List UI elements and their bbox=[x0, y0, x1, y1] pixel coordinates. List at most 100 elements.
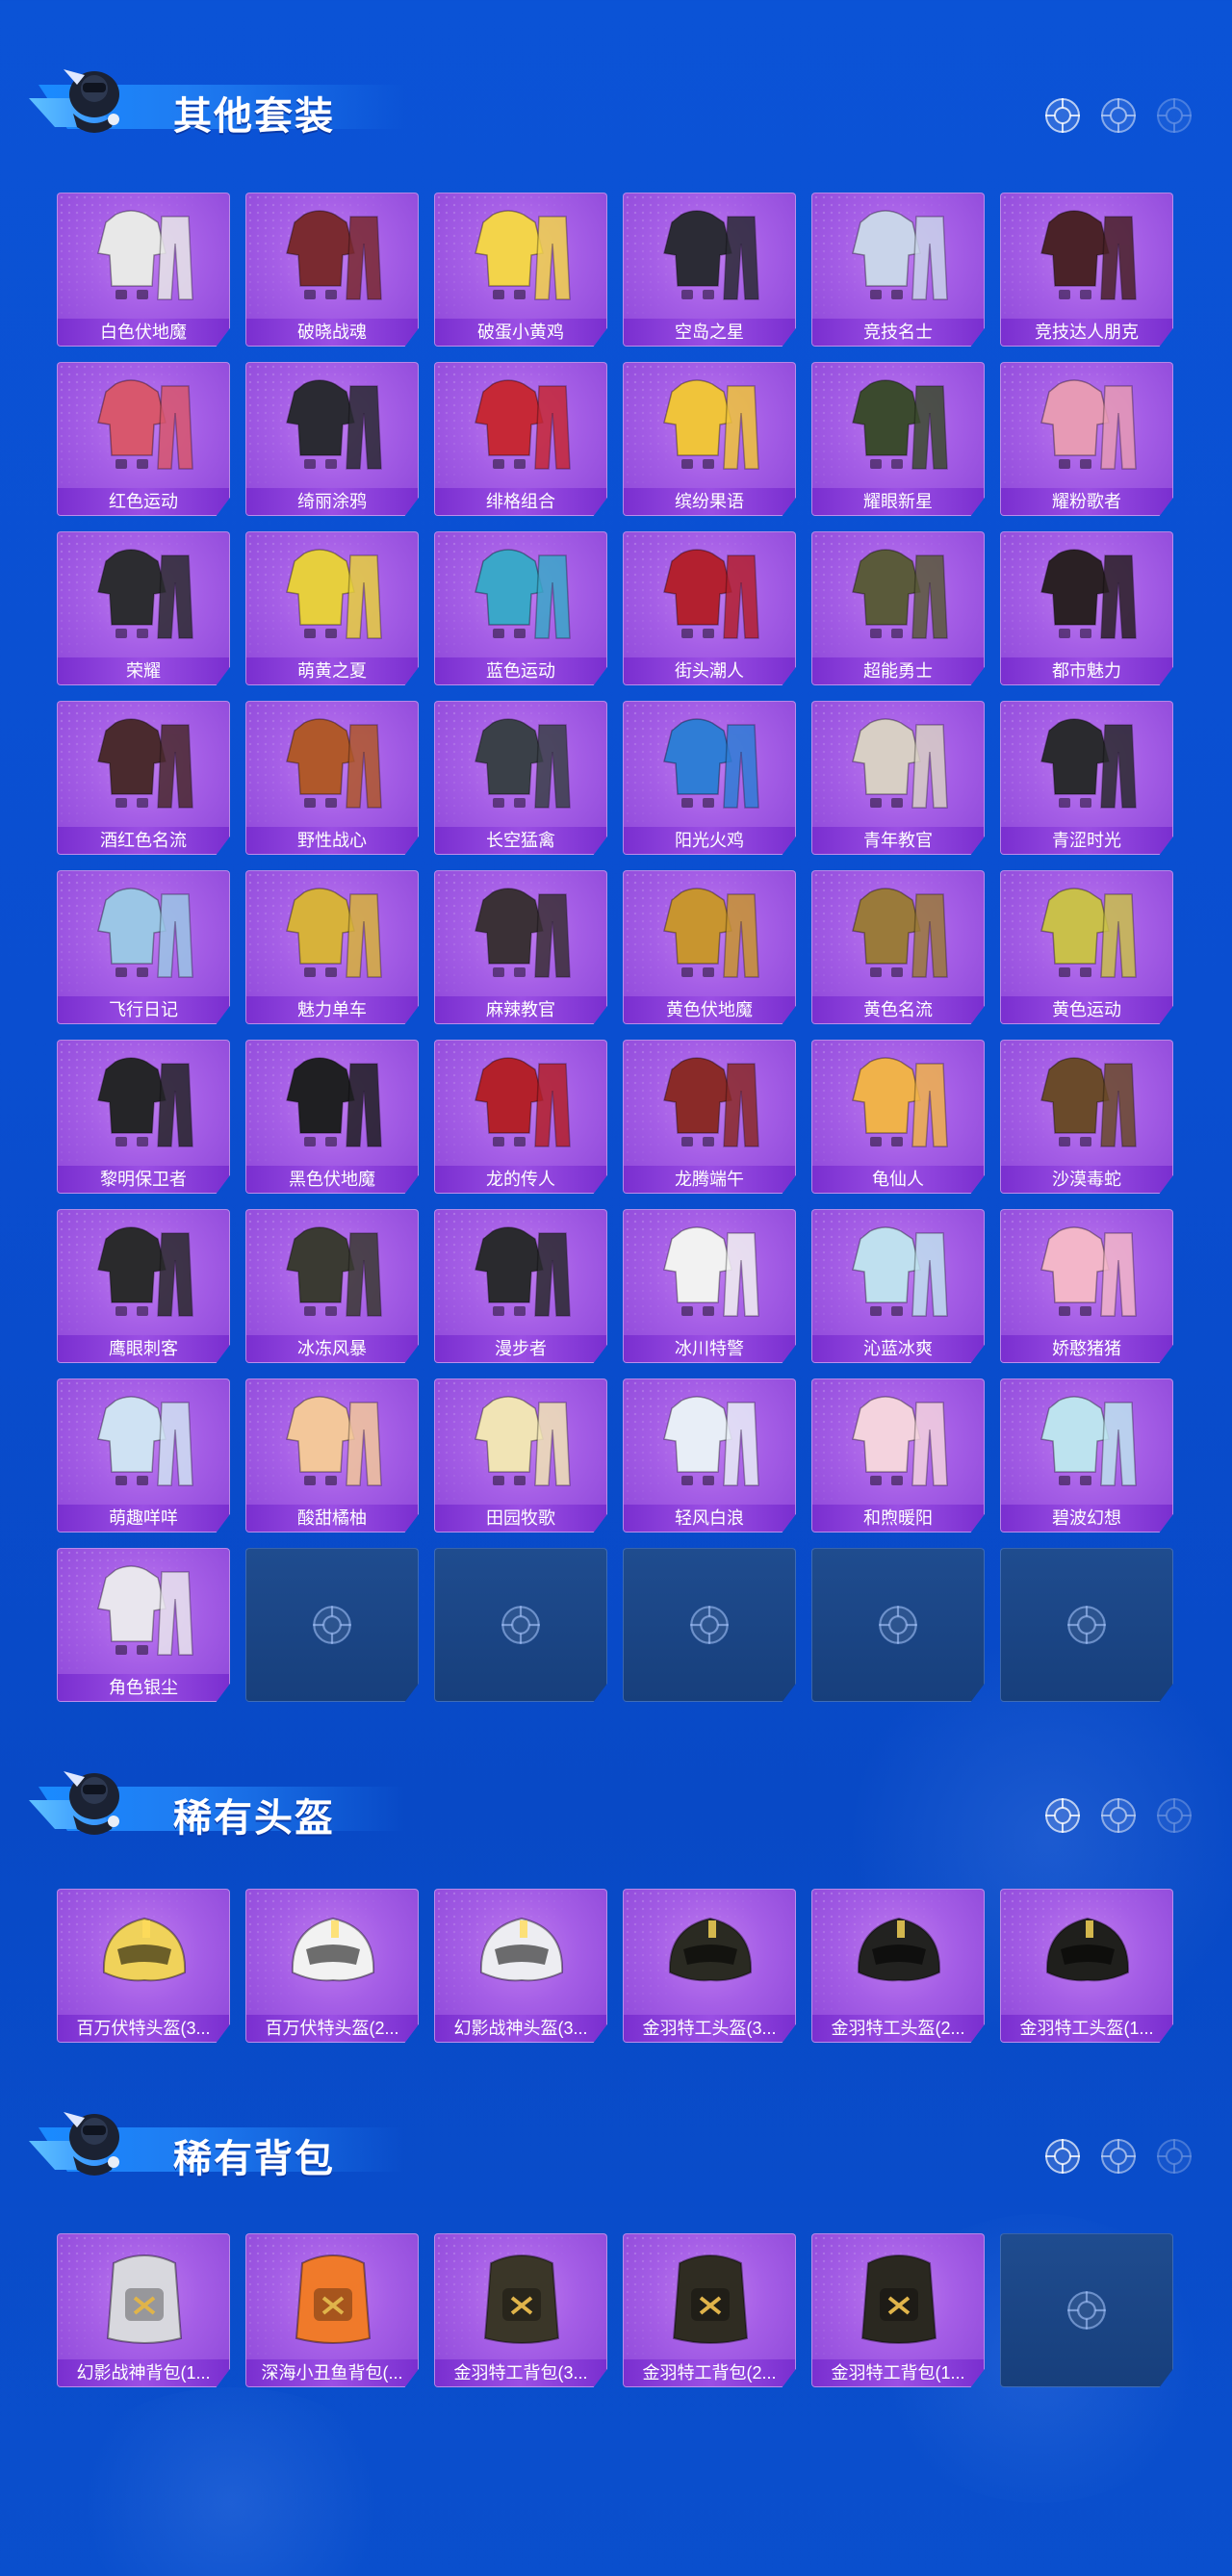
crosshair-reticle-icon bbox=[1101, 2139, 1136, 2174]
suit-item-art bbox=[475, 1226, 571, 1317]
suit-item-art bbox=[286, 379, 382, 470]
crosshair-reticle-icon bbox=[501, 1606, 540, 1644]
suit-card[interactable]: 和煦暖阳 bbox=[811, 1378, 985, 1533]
helmet-card[interactable]: 幻影战神头盔(3... bbox=[434, 1889, 607, 2043]
helmet-item-art bbox=[479, 1917, 564, 1982]
helmets-grid: 百万伏特头盔(3... 百万伏特头盔(2... 幻影战神头盔(3... 金羽特工… bbox=[57, 1889, 1173, 2043]
suit-card[interactable]: 绯格组合 bbox=[434, 362, 607, 516]
suit-card[interactable]: 魅力单车 bbox=[245, 870, 419, 1024]
suit-card-label: 破晓战魂 bbox=[246, 319, 418, 346]
suit-card[interactable]: 竞技达人朋克 bbox=[1000, 193, 1173, 347]
suit-card[interactable]: 沁蓝冰爽 bbox=[811, 1209, 985, 1363]
helmet-card[interactable]: 金羽特工头盔(1... bbox=[1000, 1889, 1173, 2043]
suit-card[interactable]: 萌黄之夏 bbox=[245, 531, 419, 685]
suit-item-art bbox=[852, 1057, 948, 1147]
suit-card-label: 缤纷果语 bbox=[624, 488, 795, 515]
suit-card[interactable]: 破蛋小黄鸡 bbox=[434, 193, 607, 347]
suit-card[interactable]: 酸甜橘柚 bbox=[245, 1378, 419, 1533]
suit-item-art bbox=[852, 379, 948, 470]
suit-card[interactable]: 红色运动 bbox=[57, 362, 230, 516]
helmet-card[interactable]: 金羽特工头盔(2... bbox=[811, 1889, 985, 2043]
backpack-card[interactable]: 金羽特工背包(2... bbox=[623, 2233, 796, 2387]
crosshair-reticle-icon bbox=[1101, 98, 1136, 133]
suit-card[interactable]: 飞行日记 bbox=[57, 870, 230, 1024]
suit-card[interactable]: 黎明保卫者 bbox=[57, 1040, 230, 1194]
suit-card-label: 破蛋小黄鸡 bbox=[435, 319, 606, 346]
backpack-card[interactable]: 深海小丑鱼背包(... bbox=[245, 2233, 419, 2387]
suit-card[interactable]: 角色银尘 bbox=[57, 1548, 230, 1702]
suit-card[interactable]: 黄色名流 bbox=[811, 870, 985, 1024]
suit-card[interactable]: 娇憨猪猪 bbox=[1000, 1209, 1173, 1363]
suit-card[interactable]: 都市魅力 bbox=[1000, 531, 1173, 685]
suit-card-label: 沁蓝冰爽 bbox=[812, 1335, 984, 1362]
suit-card[interactable]: 阳光火鸡 bbox=[623, 701, 796, 855]
suit-card[interactable]: 轻风白浪 bbox=[623, 1378, 796, 1533]
suit-card[interactable]: 酒红色名流 bbox=[57, 701, 230, 855]
suit-card[interactable]: 碧波幻想 bbox=[1000, 1378, 1173, 1533]
suit-card[interactable]: 荣耀 bbox=[57, 531, 230, 685]
suit-card[interactable]: 鹰眼刺客 bbox=[57, 1209, 230, 1363]
suit-card[interactable]: 龙的传人 bbox=[434, 1040, 607, 1194]
backpack-item-art bbox=[860, 2254, 937, 2344]
suit-card[interactable]: 超能勇士 bbox=[811, 531, 985, 685]
suit-card[interactable]: 漫步者 bbox=[434, 1209, 607, 1363]
suit-item-art bbox=[97, 549, 193, 639]
suit-card[interactable]: 青涩时光 bbox=[1000, 701, 1173, 855]
suit-card[interactable]: 冰冻风暴 bbox=[245, 1209, 419, 1363]
empty-slot bbox=[434, 1548, 607, 1702]
suit-card-label: 飞行日记 bbox=[58, 996, 229, 1023]
suit-card-label: 酸甜橘柚 bbox=[246, 1505, 418, 1532]
backpack-card[interactable]: 金羽特工背包(1... bbox=[811, 2233, 985, 2387]
section-header: 稀有背包 bbox=[29, 2099, 433, 2185]
crosshair-reticle-icon bbox=[1157, 98, 1192, 133]
backpack-card-label: 金羽特工背包(2... bbox=[624, 2359, 795, 2386]
suit-card[interactable]: 田园牧歌 bbox=[434, 1378, 607, 1533]
suit-item-art bbox=[663, 1057, 759, 1147]
suit-card[interactable]: 龟仙人 bbox=[811, 1040, 985, 1194]
suit-card[interactable]: 街头潮人 bbox=[623, 531, 796, 685]
backpack-card[interactable]: 幻影战神背包(1... bbox=[57, 2233, 230, 2387]
helmet-card[interactable]: 金羽特工头盔(3... bbox=[623, 1889, 796, 2043]
suit-card[interactable]: 破晓战魂 bbox=[245, 193, 419, 347]
empty-slot bbox=[1000, 2233, 1173, 2387]
suit-card[interactable]: 麻辣教官 bbox=[434, 870, 607, 1024]
suit-item-art bbox=[475, 718, 571, 809]
suit-card[interactable]: 耀粉歌者 bbox=[1000, 362, 1173, 516]
suit-card[interactable]: 野性战心 bbox=[245, 701, 419, 855]
suit-card[interactable]: 沙漠毒蛇 bbox=[1000, 1040, 1173, 1194]
suit-card[interactable]: 绮丽涂鸦 bbox=[245, 362, 419, 516]
crosshair-reticle-icon bbox=[313, 1606, 351, 1644]
empty-slot bbox=[623, 1548, 796, 1702]
helmet-card-label: 百万伏特头盔(2... bbox=[246, 2015, 418, 2042]
helmet-card[interactable]: 百万伏特头盔(3... bbox=[57, 1889, 230, 2043]
suit-card-label: 冰川特警 bbox=[624, 1335, 795, 1362]
suit-card[interactable]: 萌趣咩咩 bbox=[57, 1378, 230, 1533]
crosshair-reticle-icon bbox=[1067, 2291, 1106, 2330]
suit-card[interactable]: 冰川特警 bbox=[623, 1209, 796, 1363]
suit-card-label: 黎明保卫者 bbox=[58, 1166, 229, 1193]
suit-card[interactable]: 缤纷果语 bbox=[623, 362, 796, 516]
suit-card[interactable]: 黑色伏地魔 bbox=[245, 1040, 419, 1194]
suit-card[interactable]: 蓝色运动 bbox=[434, 531, 607, 685]
suit-card[interactable]: 空岛之星 bbox=[623, 193, 796, 347]
crosshair-reticle-icon bbox=[1045, 1798, 1080, 1833]
suit-item-art bbox=[663, 718, 759, 809]
empty-slot bbox=[245, 1548, 419, 1702]
suit-card[interactable]: 龙腾端午 bbox=[623, 1040, 796, 1194]
suit-item-art bbox=[852, 1396, 948, 1486]
suit-card[interactable]: 黄色运动 bbox=[1000, 870, 1173, 1024]
suit-card[interactable]: 青年教官 bbox=[811, 701, 985, 855]
section-title: 稀有背包 bbox=[173, 2138, 335, 2180]
helmet-card[interactable]: 百万伏特头盔(2... bbox=[245, 1889, 419, 2043]
suit-card[interactable]: 白色伏地魔 bbox=[57, 193, 230, 347]
suit-card[interactable]: 耀眼新星 bbox=[811, 362, 985, 516]
suit-item-art bbox=[663, 379, 759, 470]
suit-card[interactable]: 竞技名士 bbox=[811, 193, 985, 347]
backpack-card[interactable]: 金羽特工背包(3... bbox=[434, 2233, 607, 2387]
mascot-emblem-icon bbox=[64, 69, 119, 133]
suit-card[interactable]: 长空猛禽 bbox=[434, 701, 607, 855]
suit-card[interactable]: 黄色伏地魔 bbox=[623, 870, 796, 1024]
suit-card-label: 蓝色运动 bbox=[435, 657, 606, 684]
suit-card-label: 冰冻风暴 bbox=[246, 1335, 418, 1362]
suit-item-art bbox=[475, 888, 571, 978]
